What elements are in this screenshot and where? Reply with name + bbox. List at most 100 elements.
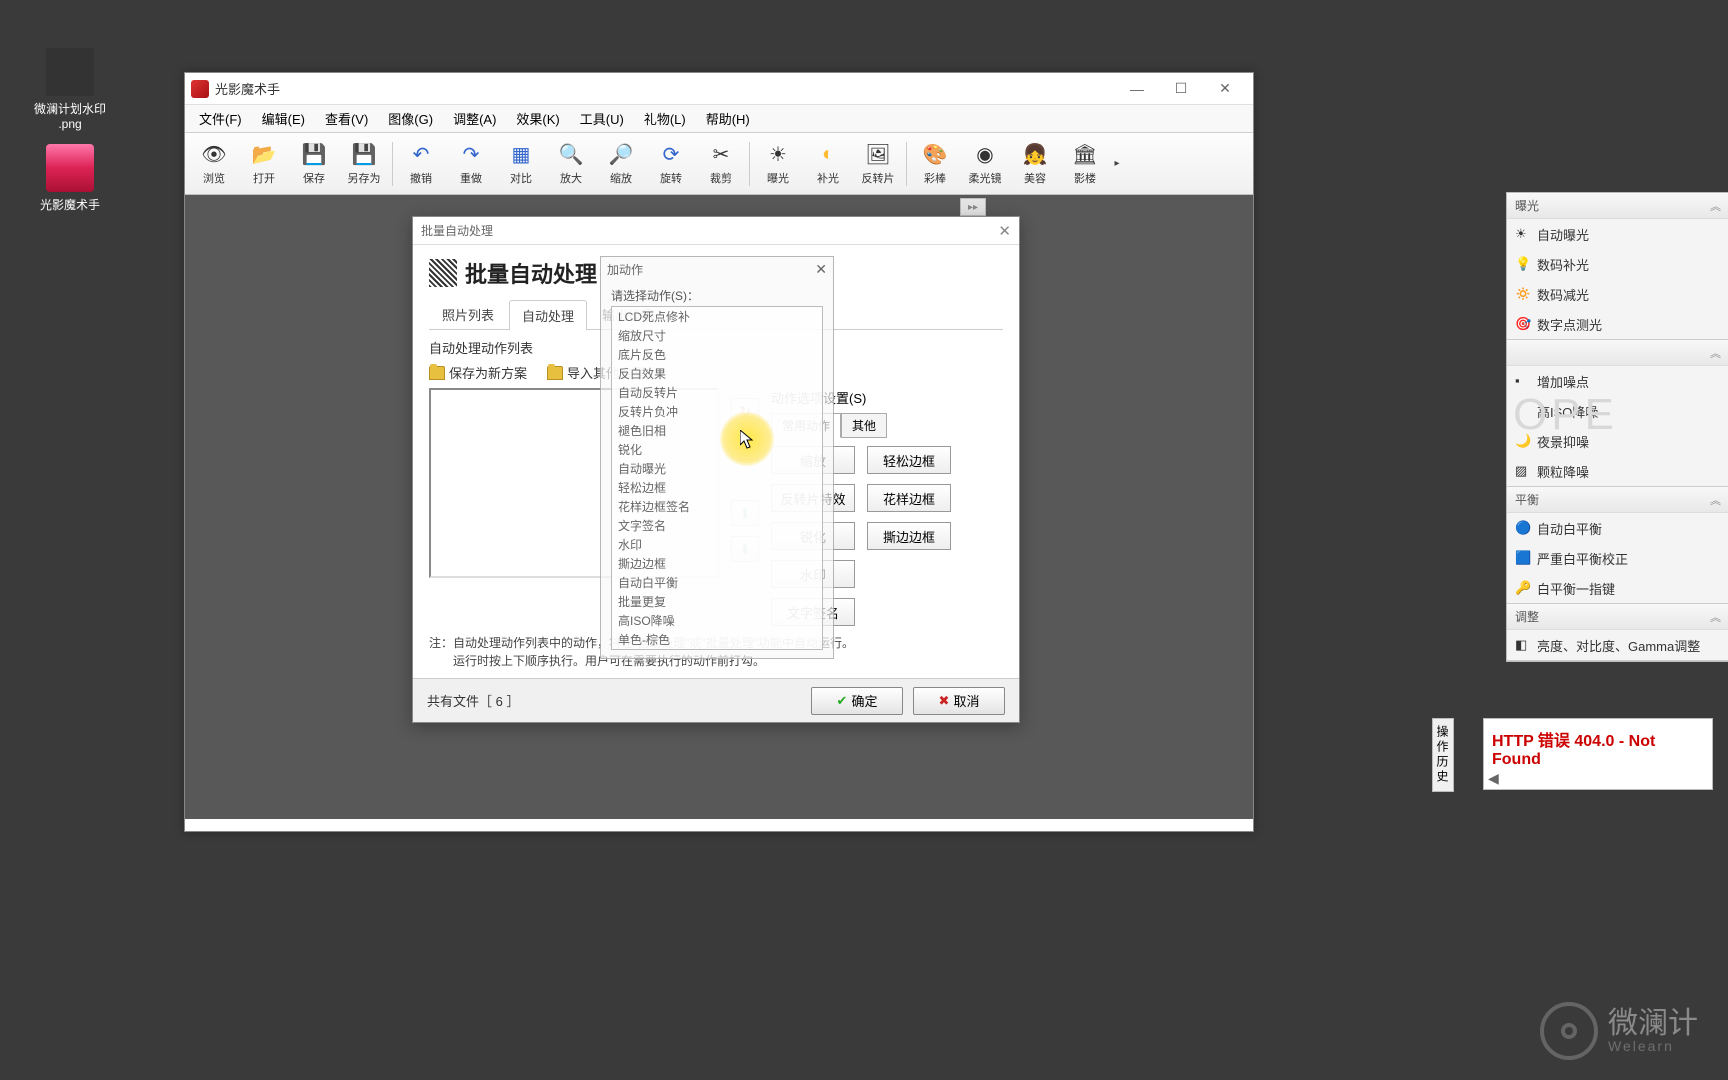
list-item[interactable]: 反白效果 <box>612 364 822 383</box>
light-icon: 💡 <box>1515 256 1531 272</box>
tool-zoomin[interactable]: 🔍放大 <box>547 136 595 192</box>
tool-compare[interactable]: ▦对比 <box>497 136 545 192</box>
slider-icon: ◧ <box>1515 637 1531 653</box>
list-item[interactable]: 文字签名 <box>612 516 822 535</box>
menu-file[interactable]: 文件(F) <box>189 105 252 132</box>
panel-item-grain-nr[interactable]: ▨颗粒降噪 <box>1507 456 1728 486</box>
close-button[interactable]: ✕ <box>1203 75 1247 103</box>
tool-exposure[interactable]: ☀曝光 <box>754 136 802 192</box>
panel-item-auto-wb[interactable]: 🔵自动白平衡 <box>1507 513 1728 543</box>
app-icon <box>191 80 209 98</box>
list-item[interactable]: 自动白平衡 <box>612 573 822 592</box>
tool-crop[interactable]: ✂裁剪 <box>697 136 745 192</box>
chevron-up-icon: ︽ <box>1710 345 1721 361</box>
tool-studio[interactable]: 🏛影楼 <box>1061 136 1109 192</box>
icon-label: 微澜计划水印 .png <box>30 100 110 131</box>
cancel-button[interactable]: ✖取消 <box>913 687 1005 715</box>
panel-header[interactable]: 平衡︽ <box>1507 487 1728 513</box>
chevron-up-icon: ︽ <box>1710 198 1721 214</box>
key-icon: 🔑 <box>1515 580 1531 596</box>
list-item[interactable]: 水印 <box>612 535 822 554</box>
ghost-label: 请选择动作(S)： <box>601 281 833 306</box>
list-item[interactable]: 底片反色 <box>612 345 822 364</box>
sun-icon: ☀ <box>765 142 791 168</box>
ghost-titlebar[interactable]: 加动作 ✕ <box>601 257 833 281</box>
close-icon[interactable]: ✕ <box>815 261 827 278</box>
list-item[interactable]: 批量更复 <box>612 592 822 611</box>
separator <box>749 142 750 186</box>
desktop-icon-watermark[interactable]: 微澜计划水印 .png <box>30 48 110 131</box>
menu-effect[interactable]: 效果(K) <box>506 105 569 132</box>
list-item[interactable]: 缩放尺寸 <box>612 326 822 345</box>
tab-photo-list[interactable]: 照片列表 <box>429 299 507 329</box>
btn-easy-frame[interactable]: 轻松边框 <box>867 446 951 474</box>
dialog-titlebar[interactable]: 批量自动处理 ✕ <box>413 217 1019 245</box>
noise-icon: ▪ <box>1515 373 1531 389</box>
tool-open[interactable]: 📂打开 <box>240 136 288 192</box>
btn-pattern-frame[interactable]: 花样边框 <box>867 484 951 512</box>
list-item[interactable]: 轻松边框 <box>612 478 822 497</box>
panel-item-bcg[interactable]: ◧亮度、对比度、Gamma调整 <box>1507 630 1728 660</box>
panel-header[interactable]: 调整︽ <box>1507 604 1728 630</box>
menu-view[interactable]: 查看(V) <box>315 105 378 132</box>
ghost-action-list[interactable]: LCD死点修补 缩放尺寸 底片反色 反白效果 自动反转片 反转片负冲 褪色旧相 … <box>611 306 823 650</box>
list-item[interactable]: 反转片负冲 <box>612 402 822 421</box>
tool-colorwand[interactable]: 🎨彩棒 <box>911 136 959 192</box>
tool-rotate[interactable]: ⟳旋转 <box>647 136 695 192</box>
list-item[interactable]: 褪色旧相 <box>612 421 822 440</box>
list-item[interactable]: LCD死点修补 <box>612 307 822 326</box>
panel-item-digital-fill[interactable]: 💡数码补光 <box>1507 249 1728 279</box>
panel-grip-icon[interactable]: ▸▸ <box>960 198 986 216</box>
crop-icon: ✂ <box>708 142 734 168</box>
ok-button[interactable]: ✔确定 <box>811 687 903 715</box>
panel-header[interactable]: ︽ <box>1507 340 1728 366</box>
batch-icon <box>429 259 457 287</box>
panel-item-spot-meter[interactable]: 🎯数字点测光 <box>1507 309 1728 339</box>
btn-torn-frame[interactable]: 撕边边框 <box>867 522 951 550</box>
menu-edit[interactable]: 编辑(E) <box>252 105 315 132</box>
list-item[interactable]: 锐化 <box>612 440 822 459</box>
desktop-icon-app[interactable]: 光影魔术手 <box>30 144 110 213</box>
scroll-left-icon[interactable]: ◀ <box>1488 770 1499 787</box>
panel-item-digital-dim[interactable]: 🔅数码减光 <box>1507 279 1728 309</box>
save-scheme-button[interactable]: 保存为新方案 <box>429 363 527 382</box>
close-icon[interactable]: ✕ <box>998 222 1011 240</box>
panel-header[interactable]: 曝光︽ <box>1507 193 1728 219</box>
minimize-button[interactable]: — <box>1115 75 1159 103</box>
tool-save[interactable]: 💾保存 <box>290 136 338 192</box>
menu-bar: 文件(F) 编辑(E) 查看(V) 图像(G) 调整(A) 效果(K) 工具(U… <box>185 105 1253 133</box>
ghost-title-text: 加动作 <box>607 261 643 278</box>
tab-auto-process[interactable]: 自动处理 <box>509 300 587 330</box>
list-item[interactable]: 撕边边框 <box>612 554 822 573</box>
tool-fill[interactable]: ◐补光 <box>804 136 852 192</box>
history-tab[interactable]: 操作历史 <box>1432 718 1454 792</box>
list-item[interactable]: 花样边框签名 <box>612 497 822 516</box>
tool-zoom[interactable]: 🔎缩放 <box>597 136 645 192</box>
menu-help[interactable]: 帮助(H) <box>696 105 760 132</box>
image-icon <box>46 48 94 96</box>
tool-undo[interactable]: ↶撤销 <box>397 136 445 192</box>
tool-browse[interactable]: 👁浏览 <box>190 136 238 192</box>
menu-gift[interactable]: 礼物(L) <box>634 105 696 132</box>
panel-item-strong-wb[interactable]: 🟦严重白平衡校正 <box>1507 543 1728 573</box>
toolbar-more[interactable]: ▸ <box>1110 136 1124 192</box>
menu-image[interactable]: 图像(G) <box>378 105 443 132</box>
menu-adjust[interactable]: 调整(A) <box>443 105 506 132</box>
folder-icon <box>429 366 445 380</box>
list-item[interactable]: 高ISO降噪 <box>612 611 822 630</box>
file-count-label: 共有文件［ 6 ］ <box>427 691 519 710</box>
list-item[interactable]: 单色-棕色 <box>612 630 822 649</box>
list-item[interactable]: 自动反转片 <box>612 383 822 402</box>
tool-reverse[interactable]: 🖼反转片 <box>854 136 902 192</box>
list-item[interactable]: 自动曝光 <box>612 459 822 478</box>
opt-tab-other[interactable]: 其他 <box>841 413 887 438</box>
tool-redo[interactable]: ↷重做 <box>447 136 495 192</box>
panel-item-auto-exposure[interactable]: ☀自动曝光 <box>1507 219 1728 249</box>
maximize-button[interactable]: ☐ <box>1159 75 1203 103</box>
tool-saveas[interactable]: 💾另存为 <box>340 136 388 192</box>
menu-tool[interactable]: 工具(U) <box>570 105 634 132</box>
panel-item-wb-key[interactable]: 🔑白平衡一指键 <box>1507 573 1728 603</box>
chevron-up-icon: ︽ <box>1710 492 1721 508</box>
tool-soft[interactable]: ◉柔光镜 <box>961 136 1009 192</box>
tool-beauty[interactable]: 👧美容 <box>1011 136 1059 192</box>
